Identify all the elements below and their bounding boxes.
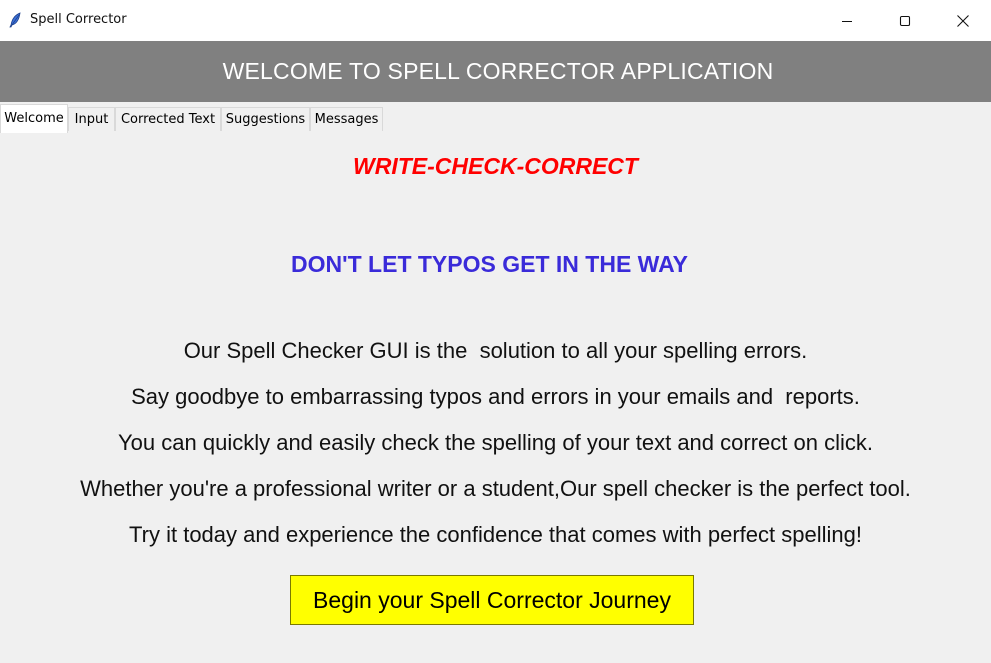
tagline: WRITE-CHECK-CORRECT [353,153,638,179]
begin-journey-button[interactable]: Begin your Spell Corrector Journey [290,575,694,625]
window-title: Spell Corrector [30,12,127,27]
title-bar[interactable]: Spell Corrector [0,0,991,42]
close-button[interactable] [934,0,991,41]
maximize-button[interactable] [876,0,934,41]
intro-line-5: Try it today and experience the confiden… [129,522,862,547]
header-banner: WELCOME TO SPELL CORRECTOR APPLICATION [0,41,991,102]
minimize-button[interactable] [818,0,876,41]
intro-line-4: Whether you're a professional writer or … [80,476,911,501]
app-window: Spell Corrector WELCOME TO SPELL CORRECT… [0,0,991,663]
tab-welcome[interactable]: Welcome [0,104,68,133]
minimize-icon [842,20,852,22]
welcome-panel: WRITE-CHECK-CORRECT DON'T LET TYPOS GET … [0,131,991,663]
intro-line-2: Say goodbye to embarrassing typos and er… [131,384,860,409]
tab-messages[interactable]: Messages [310,107,383,131]
header-title: WELCOME TO SPELL CORRECTOR APPLICATION [222,58,774,84]
tab-input[interactable]: Input [68,107,115,131]
tab-corrected-text[interactable]: Corrected Text [115,107,221,131]
tab-suggestions[interactable]: Suggestions [221,107,310,131]
close-icon [957,14,969,27]
maximize-icon [899,15,911,26]
headline: DON'T LET TYPOS GET IN THE WAY [291,251,688,277]
tab-strip: Welcome Input Corrected Text Suggestions… [0,102,991,133]
intro-line-3: You can quickly and easily check the spe… [118,430,873,455]
feather-icon [9,12,21,28]
intro-line-1: Our Spell Checker GUI is the solution to… [183,338,808,363]
